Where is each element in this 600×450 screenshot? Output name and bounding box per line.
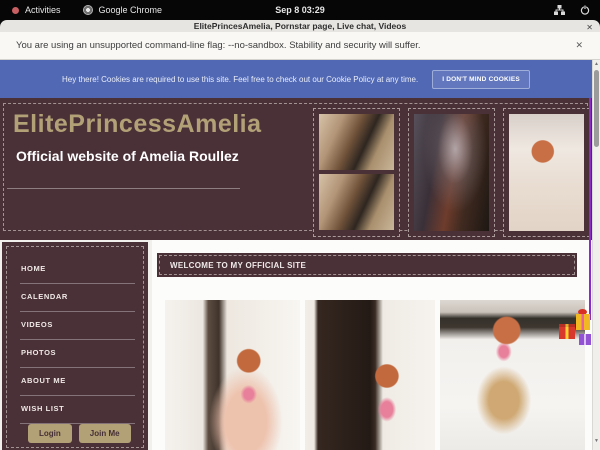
scroll-up-icon[interactable]: ▲ bbox=[593, 61, 600, 67]
network-icon[interactable] bbox=[554, 5, 565, 15]
cookie-accept-button[interactable]: I DON'T MIND COOKIES bbox=[432, 70, 530, 89]
scroll-down-icon[interactable]: ▼ bbox=[593, 438, 600, 444]
gift-red-icon bbox=[559, 324, 575, 339]
header-photo-2-image bbox=[414, 114, 489, 231]
window-title: ElitePrincesAmelia, Pornstar page, Live … bbox=[194, 21, 406, 31]
scrollbar-thumb[interactable] bbox=[594, 70, 599, 147]
chrome-infobar: You are using an unsupported command-lin… bbox=[0, 32, 600, 60]
cookie-consent-bar: Hey there! Cookies are required to use t… bbox=[0, 60, 592, 98]
site-logo[interactable]: ElitePrincessAmelia bbox=[13, 110, 262, 139]
sidebar-item-home[interactable]: HOME bbox=[20, 256, 135, 284]
desktop-screen: Activities Google Chrome Sep 8 03:29 bbox=[0, 0, 600, 450]
welcome-heading: WELCOME TO MY OFFICIAL SITE bbox=[159, 255, 575, 275]
site-tagline: Official website of Amelia Roullez bbox=[16, 148, 239, 164]
page-viewport: Hey there! Cookies are required to use t… bbox=[0, 60, 600, 450]
power-icon[interactable] bbox=[580, 5, 590, 15]
header-photo-3-image bbox=[509, 114, 584, 231]
infobar-close-icon[interactable]: ✕ bbox=[575, 40, 584, 51]
header-photo-1[interactable] bbox=[313, 108, 400, 237]
clock[interactable]: Sep 8 03:29 bbox=[0, 0, 600, 20]
join-me-button[interactable]: Join Me bbox=[79, 424, 131, 443]
gallery-photo-1[interactable] bbox=[165, 300, 300, 450]
header-divider bbox=[7, 188, 240, 189]
gallery-photo-2[interactable] bbox=[305, 300, 435, 450]
gift-gold-icon bbox=[576, 314, 590, 330]
sidebar-item-photos[interactable]: PHOTOS bbox=[20, 340, 135, 368]
sidebar-item-calendar[interactable]: CALENDAR bbox=[20, 284, 135, 312]
header-photo-3[interactable] bbox=[503, 108, 590, 237]
sidebar: HOME CALENDAR VIDEOS PHOTOS ABOUT ME WIS… bbox=[2, 242, 148, 450]
header-photo-2[interactable] bbox=[408, 108, 495, 237]
gift-ribbon-string bbox=[589, 98, 591, 320]
sidebar-item-about-me[interactable]: ABOUT ME bbox=[20, 368, 135, 396]
cookie-message: Hey there! Cookies are required to use t… bbox=[62, 75, 418, 84]
header-photo-1-top bbox=[319, 114, 394, 170]
site-header: ElitePrincessAmelia Official website of … bbox=[0, 98, 592, 240]
gift-purple-icon bbox=[579, 334, 591, 345]
sidebar-item-wish-list[interactable]: WISH LIST bbox=[20, 396, 135, 424]
header-photo-1-bottom bbox=[319, 174, 394, 230]
system-top-bar: Activities Google Chrome Sep 8 03:29 bbox=[0, 0, 600, 20]
welcome-banner: WELCOME TO MY OFFICIAL SITE bbox=[157, 253, 577, 277]
vertical-scrollbar[interactable]: ▲ ▼ bbox=[592, 60, 600, 450]
sidebar-nav: HOME CALENDAR VIDEOS PHOTOS ABOUT ME WIS… bbox=[20, 256, 135, 424]
window-title-bar[interactable]: ElitePrincesAmelia, Pornstar page, Live … bbox=[0, 20, 600, 32]
sidebar-item-videos[interactable]: VIDEOS bbox=[20, 312, 135, 340]
login-button[interactable]: Login bbox=[28, 424, 72, 443]
infobar-message: You are using an unsupported command-lin… bbox=[16, 40, 421, 51]
